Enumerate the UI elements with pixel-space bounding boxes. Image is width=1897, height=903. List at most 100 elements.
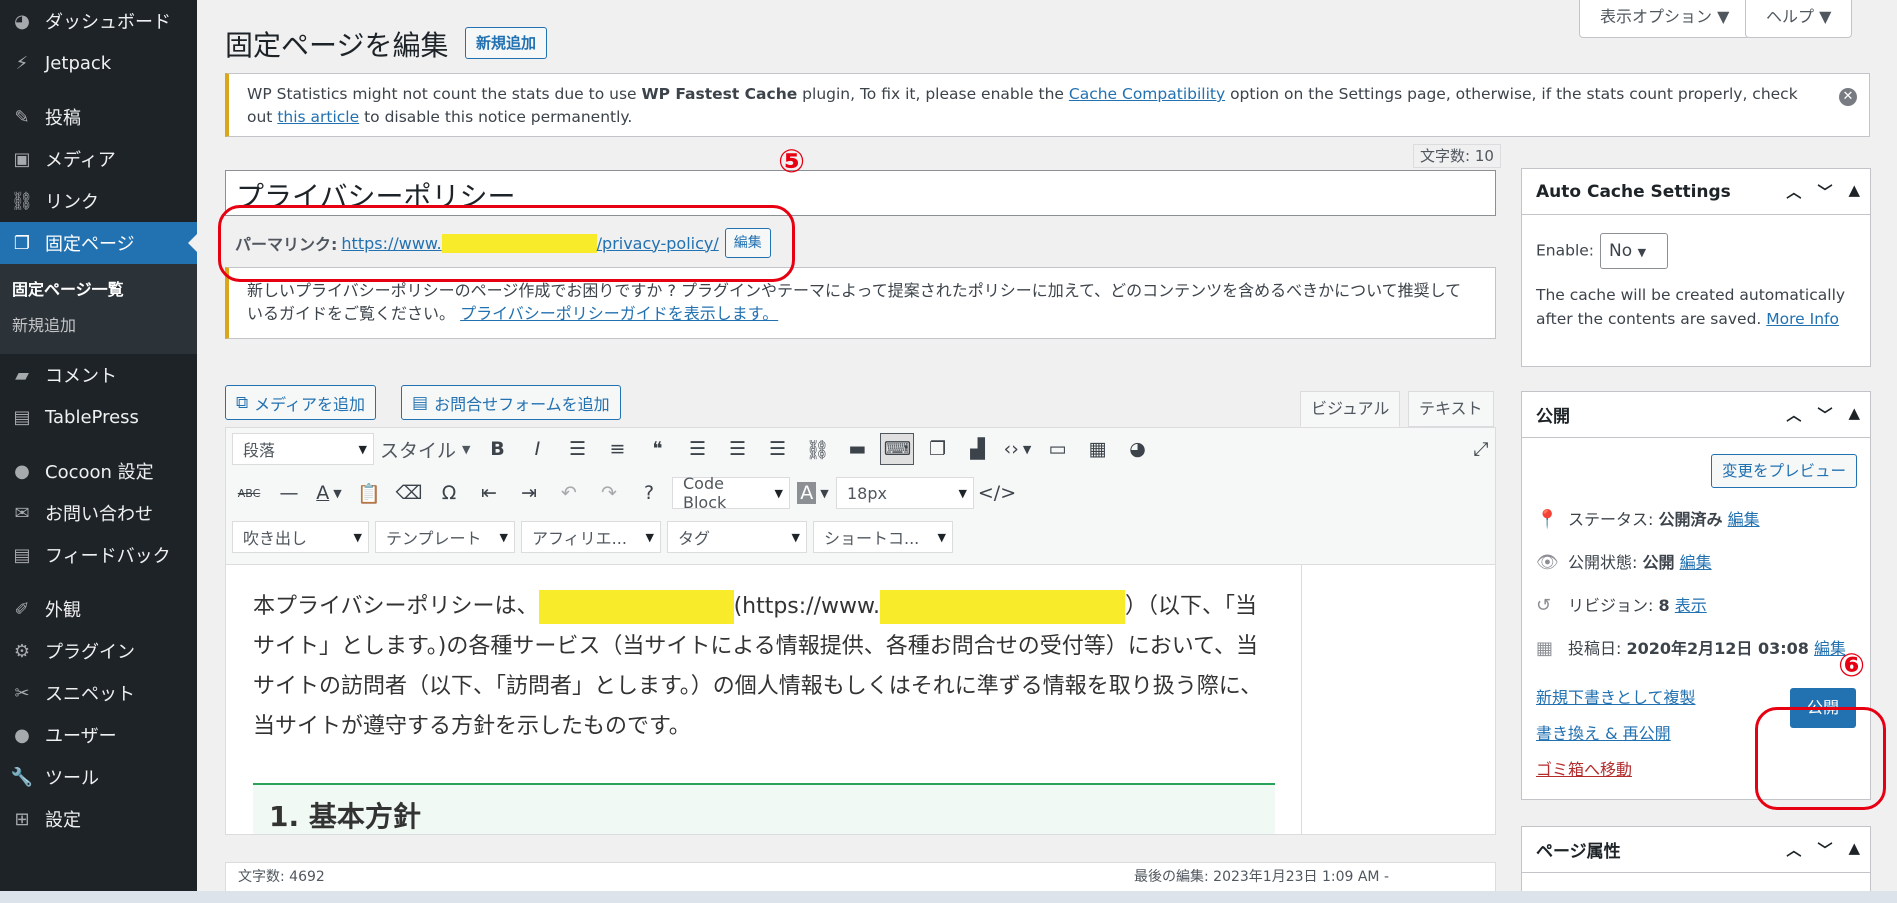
special-char-icon[interactable]: Ω — [432, 477, 466, 509]
menu-feedback[interactable]: ▤ フィードバック — [0, 534, 197, 576]
link-icon[interactable]: ⛓ — [800, 433, 834, 465]
source-code-icon[interactable]: </> — [978, 477, 1016, 509]
submenu-all-pages[interactable]: 固定ページ一覧 — [0, 272, 197, 308]
bold-icon[interactable]: B — [480, 433, 514, 465]
toggle-arrow-icon[interactable]: ▲ — [1848, 404, 1860, 425]
strikethrough-icon[interactable]: ABC — [232, 477, 266, 509]
wp-statistics-notice: WP Statistics might not count the stats … — [225, 73, 1870, 137]
copy-icon[interactable]: ❐ — [920, 433, 954, 465]
scissors-icon: ✂ — [14, 682, 30, 704]
menu-links[interactable]: ⛓ リンク — [0, 180, 197, 222]
status-row: 📍 ステータス: 公開済み 編集 — [1536, 508, 1760, 532]
menu-appearance[interactable]: ✐ 外観 — [0, 588, 197, 630]
revisions-view-link[interactable]: 表示 — [1675, 594, 1707, 618]
annotation-number-6: ⑥ — [1838, 646, 1866, 684]
menu-settings[interactable]: ⊞ 設定 — [0, 798, 197, 840]
paragraph-select[interactable]: 段落 ▼ — [232, 433, 374, 465]
settings-icon: ⊞ — [14, 808, 30, 830]
add-new-button[interactable]: 新規追加 — [465, 27, 548, 59]
code-block-select[interactable]: Code Block ▼ — [672, 474, 790, 512]
dashboard-icon: ◕ — [14, 10, 30, 32]
embed-icon[interactable]: ▭ — [1040, 433, 1074, 465]
font-size-select[interactable]: 18px ▼ — [836, 477, 974, 509]
table-icon[interactable]: ▦ — [1080, 433, 1114, 465]
menu-contact[interactable]: ✉ お問い合わせ — [0, 492, 197, 534]
italic-icon[interactable]: I — [520, 433, 554, 465]
comment-icon: ▰ — [15, 364, 29, 386]
paste-text-icon[interactable]: 📋 — [352, 477, 386, 509]
form-icon: ▤ — [412, 392, 429, 413]
toggle-arrow-icon[interactable]: ▲ — [1848, 839, 1860, 860]
add-contact-form-button[interactable]: ▤ お問合せフォームを追加 — [401, 385, 621, 420]
numbered-list-icon[interactable]: ≡ — [600, 433, 634, 465]
code-icon[interactable]: ‹› ▼ — [1000, 433, 1034, 465]
chevron-up-icon[interactable]: ︿ — [1786, 404, 1801, 425]
chevron-down-icon[interactable]: ﹀ — [1817, 404, 1832, 425]
cache-compatibility-link[interactable]: Cache Compatibility — [1069, 85, 1225, 103]
chevron-up-icon[interactable]: ︿ — [1786, 839, 1801, 860]
menu-posts[interactable]: ✎ 投稿 — [0, 96, 197, 138]
close-icon[interactable]: ✕ — [1839, 88, 1857, 106]
this-article-link[interactable]: this article — [277, 108, 359, 126]
add-media-button[interactable]: ⧉ メディアを追加 — [225, 385, 377, 420]
shortcode-select[interactable]: ショートコ... ▼ — [813, 521, 953, 553]
eye-icon: 👁 — [1536, 551, 1559, 573]
submenu-add-new[interactable]: 新規追加 — [0, 308, 197, 344]
last-edit: 最後の編集: 2023年1月23日 1:09 AM - — [1134, 869, 1390, 885]
fullscreen-icon[interactable]: ⤢ — [1464, 433, 1498, 465]
privacy-guide-link[interactable]: プライバシーポリシーガイドを表示します。 — [460, 304, 778, 323]
menu-dashboard[interactable]: ◕ ダッシュボード — [0, 0, 197, 42]
menu-media[interactable]: ▣ メディア — [0, 138, 197, 180]
tab-visual[interactable]: ビジュアル — [1300, 391, 1401, 427]
clear-format-icon[interactable]: ⌫ — [392, 477, 426, 509]
more-tag-icon[interactable]: ▬ — [840, 433, 874, 465]
screen-options-button[interactable]: 表示オプション ▼ — [1579, 0, 1751, 38]
help-button[interactable]: ヘルプ ▼ — [1745, 0, 1853, 38]
menu-plugins[interactable]: ⚙ プラグイン — [0, 630, 197, 672]
horizontal-line-icon[interactable]: — — [272, 477, 306, 509]
redo-icon[interactable]: ↷ — [592, 477, 626, 509]
affiliate-select[interactable]: アフィリエ... ▼ — [521, 521, 661, 553]
tag-select[interactable]: タグ ▼ — [667, 521, 807, 553]
visibility-row: 👁 公開状態: 公開 編集 — [1536, 551, 1712, 575]
chevron-down-icon[interactable]: ﹀ — [1817, 181, 1832, 202]
menu-jetpack[interactable]: ⚡ Jetpack — [0, 42, 197, 84]
template-select[interactable]: テンプレート ▼ — [375, 521, 515, 553]
content-paragraph: 本プライバシーポリシーは、x(https://www.x）（以下、「当サイト」と… — [253, 587, 1276, 747]
editor-content[interactable]: 本プライバシーポリシーは、x(https://www.x）（以下、「当サイト」と… — [225, 565, 1496, 835]
chevron-up-icon[interactable]: ︿ — [1786, 181, 1801, 202]
toggle-arrow-icon[interactable]: ▲ — [1848, 181, 1860, 202]
background-color-icon[interactable]: A ▼ — [796, 477, 830, 509]
chevron-down-icon[interactable]: ﹀ — [1817, 839, 1832, 860]
tab-text[interactable]: テキスト — [1408, 391, 1494, 427]
align-right-icon[interactable]: ☰ — [760, 433, 794, 465]
menu-pages[interactable]: ❐ 固定ページ — [0, 222, 197, 264]
quote-icon[interactable]: ❝ — [640, 433, 674, 465]
balloon-select[interactable]: 吹き出し ▼ — [232, 521, 369, 553]
bottom-bar — [0, 891, 1897, 903]
menu-snippets[interactable]: ✂ スニペット — [0, 672, 197, 714]
menu-comments[interactable]: ▰ コメント — [0, 354, 197, 396]
indent-icon[interactable]: ⇥ — [512, 477, 546, 509]
signal-icon[interactable]: ▟ — [960, 433, 994, 465]
bullet-list-icon[interactable]: ☰ — [560, 433, 594, 465]
outdent-icon[interactable]: ⇤ — [472, 477, 506, 509]
menu-cocoon[interactable]: ● Cocoon 設定 — [0, 450, 197, 492]
text-color-icon[interactable]: A ▼ — [312, 477, 346, 509]
visibility-edit-link[interactable]: 編集 — [1680, 551, 1712, 575]
chart-icon[interactable]: ◕ — [1120, 433, 1154, 465]
toolbar-toggle-icon[interactable]: ⌨ — [880, 433, 915, 465]
help-icon[interactable]: ? — [632, 477, 666, 509]
style-select[interactable]: スタイル ▼ — [380, 436, 470, 463]
align-left-icon[interactable]: ☰ — [680, 433, 714, 465]
undo-icon[interactable]: ↶ — [552, 477, 586, 509]
more-info-link[interactable]: More Info — [1766, 310, 1839, 328]
menu-tablepress[interactable]: ▤ TablePress — [0, 396, 197, 438]
menu-users[interactable]: ● ユーザー — [0, 714, 197, 756]
status-edit-link[interactable]: 編集 — [1728, 508, 1760, 532]
preview-changes-button[interactable]: 変更をプレビュー — [1710, 454, 1857, 488]
align-center-icon[interactable]: ☰ — [720, 433, 754, 465]
enable-select[interactable]: No ▼ — [1600, 233, 1669, 269]
menu-tools[interactable]: 🔧 ツール — [0, 756, 197, 798]
content-body[interactable]: 本プライバシーポリシーは、x(https://www.x）（以下、「当サイト」と… — [226, 565, 1302, 834]
